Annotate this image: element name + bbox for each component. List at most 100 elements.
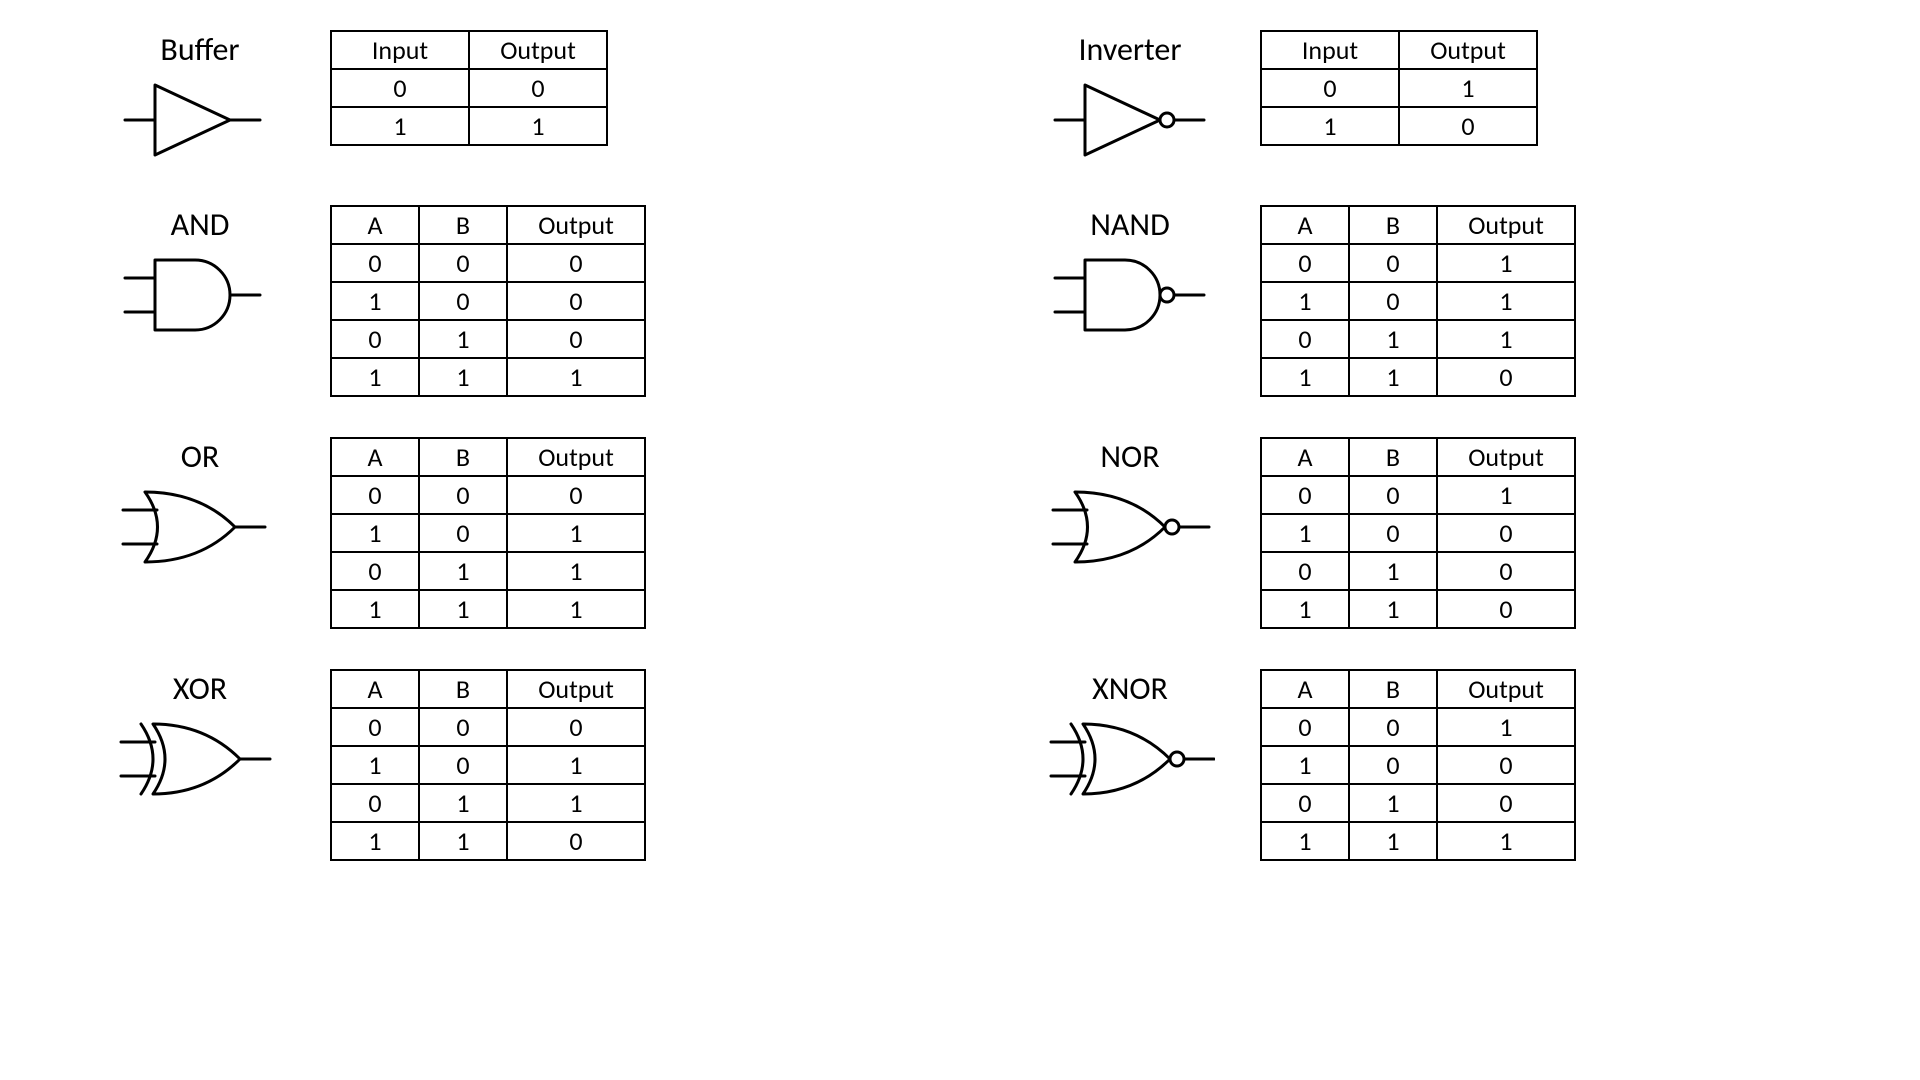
table-header-row: ABOutput — [331, 438, 645, 476]
table-cell: 0 — [469, 69, 607, 107]
table-cell: 0 — [1261, 784, 1349, 822]
table-cell: 0 — [1349, 746, 1437, 784]
table-cell: 0 — [507, 244, 645, 282]
table-cell: 1 — [507, 552, 645, 590]
table-cell: 0 — [419, 244, 507, 282]
inverter-symbol-column: Inverter — [1030, 30, 1230, 165]
table-cell: 1 — [1349, 320, 1437, 358]
table-cell: 0 — [1437, 746, 1575, 784]
table-cell: 0 — [1261, 708, 1349, 746]
or-truth-table: ABOutput000101011111 — [330, 437, 646, 629]
table-cell: 0 — [1261, 69, 1399, 107]
table-row: 110 — [1261, 590, 1575, 628]
table-cell: 1 — [331, 590, 419, 628]
table-cell: 1 — [1349, 590, 1437, 628]
and-symbol-column: AND — [100, 205, 300, 340]
table-row: 001 — [1261, 244, 1575, 282]
table-cell: 1 — [1261, 107, 1399, 145]
table-row: 011 — [1261, 320, 1575, 358]
table-cell: 1 — [1261, 514, 1349, 552]
or-symbol-column: OR — [100, 437, 300, 572]
table-cell: 1 — [469, 107, 607, 145]
table-cell: 0 — [1261, 244, 1349, 282]
table-header: B — [419, 438, 507, 476]
xor-title: XOR — [173, 669, 227, 708]
table-header: A — [1261, 438, 1349, 476]
table-row: 100 — [1261, 746, 1575, 784]
table-row: 100 — [1261, 514, 1575, 552]
nor-block: NOR ABOutput001100010110 — [1030, 437, 1820, 629]
table-header: Output — [1399, 31, 1537, 69]
table-row: 00 — [331, 69, 607, 107]
table-cell: 0 — [507, 282, 645, 320]
xor-symbol-column: XOR — [100, 669, 300, 804]
table-header: Output — [1437, 206, 1575, 244]
table-row: 100 — [331, 282, 645, 320]
table-cell: 0 — [331, 784, 419, 822]
table-cell: 1 — [419, 822, 507, 860]
xor-block: XOR ABOutput000101011110 — [100, 669, 890, 861]
or-gate-icon — [115, 482, 285, 572]
inverter-truth-table: InputOutput0110 — [1260, 30, 1538, 146]
xnor-gate-icon — [1045, 714, 1215, 804]
buffer-block: Buffer InputOutput0011 — [100, 30, 890, 165]
table-cell: 1 — [1261, 282, 1349, 320]
table-header: B — [1349, 206, 1437, 244]
table-cell: 0 — [419, 708, 507, 746]
table-header: Output — [469, 31, 607, 69]
and-truth-table: ABOutput000100010111 — [330, 205, 646, 397]
table-cell: 1 — [1261, 822, 1349, 860]
buffer-title: Buffer — [160, 30, 239, 69]
table-cell: 0 — [1437, 552, 1575, 590]
table-cell: 1 — [507, 784, 645, 822]
table-header-row: ABOutput — [331, 670, 645, 708]
table-cell: 0 — [1261, 476, 1349, 514]
table-cell: 0 — [1349, 244, 1437, 282]
buffer-gate-icon — [115, 75, 285, 165]
table-cell: 0 — [1261, 552, 1349, 590]
table-cell: 0 — [507, 320, 645, 358]
table-row: 000 — [331, 244, 645, 282]
inverter-gate-icon — [1045, 75, 1215, 165]
table-cell: 0 — [1349, 708, 1437, 746]
table-cell: 1 — [1349, 784, 1437, 822]
table-cell: 0 — [1349, 282, 1437, 320]
table-cell: 0 — [1399, 107, 1537, 145]
table-cell: 1 — [419, 552, 507, 590]
xor-truth-table: ABOutput000101011110 — [330, 669, 646, 861]
table-row: 010 — [1261, 784, 1575, 822]
table-cell: 1 — [1261, 746, 1349, 784]
table-cell: 1 — [507, 746, 645, 784]
table-header: A — [331, 438, 419, 476]
table-header: A — [1261, 206, 1349, 244]
table-cell: 1 — [1261, 590, 1349, 628]
xnor-truth-table: ABOutput001100010111 — [1260, 669, 1576, 861]
table-cell: 0 — [1349, 476, 1437, 514]
table-header: A — [331, 670, 419, 708]
table-cell: 1 — [1349, 358, 1437, 396]
table-header: B — [1349, 670, 1437, 708]
table-header: Output — [507, 206, 645, 244]
inverter-title: Inverter — [1078, 30, 1181, 69]
table-row: 111 — [331, 358, 645, 396]
table-header: Input — [1261, 31, 1399, 69]
table-cell: 1 — [1261, 358, 1349, 396]
table-row: 101 — [1261, 282, 1575, 320]
xnor-block: XNOR ABOutput001100010111 — [1030, 669, 1820, 861]
table-cell: 0 — [1437, 514, 1575, 552]
or-title: OR — [181, 437, 220, 476]
table-row: 000 — [331, 708, 645, 746]
table-cell: 0 — [507, 822, 645, 860]
table-header: B — [419, 670, 507, 708]
table-row: 111 — [1261, 822, 1575, 860]
table-cell: 1 — [1437, 320, 1575, 358]
nand-gate-icon — [1045, 250, 1215, 340]
table-cell: 0 — [419, 514, 507, 552]
table-cell: 0 — [507, 476, 645, 514]
nand-symbol-column: NAND — [1030, 205, 1230, 340]
table-cell: 1 — [1437, 282, 1575, 320]
table-cell: 1 — [331, 107, 469, 145]
table-cell: 0 — [1261, 320, 1349, 358]
table-header: A — [1261, 670, 1349, 708]
table-row: 10 — [1261, 107, 1537, 145]
